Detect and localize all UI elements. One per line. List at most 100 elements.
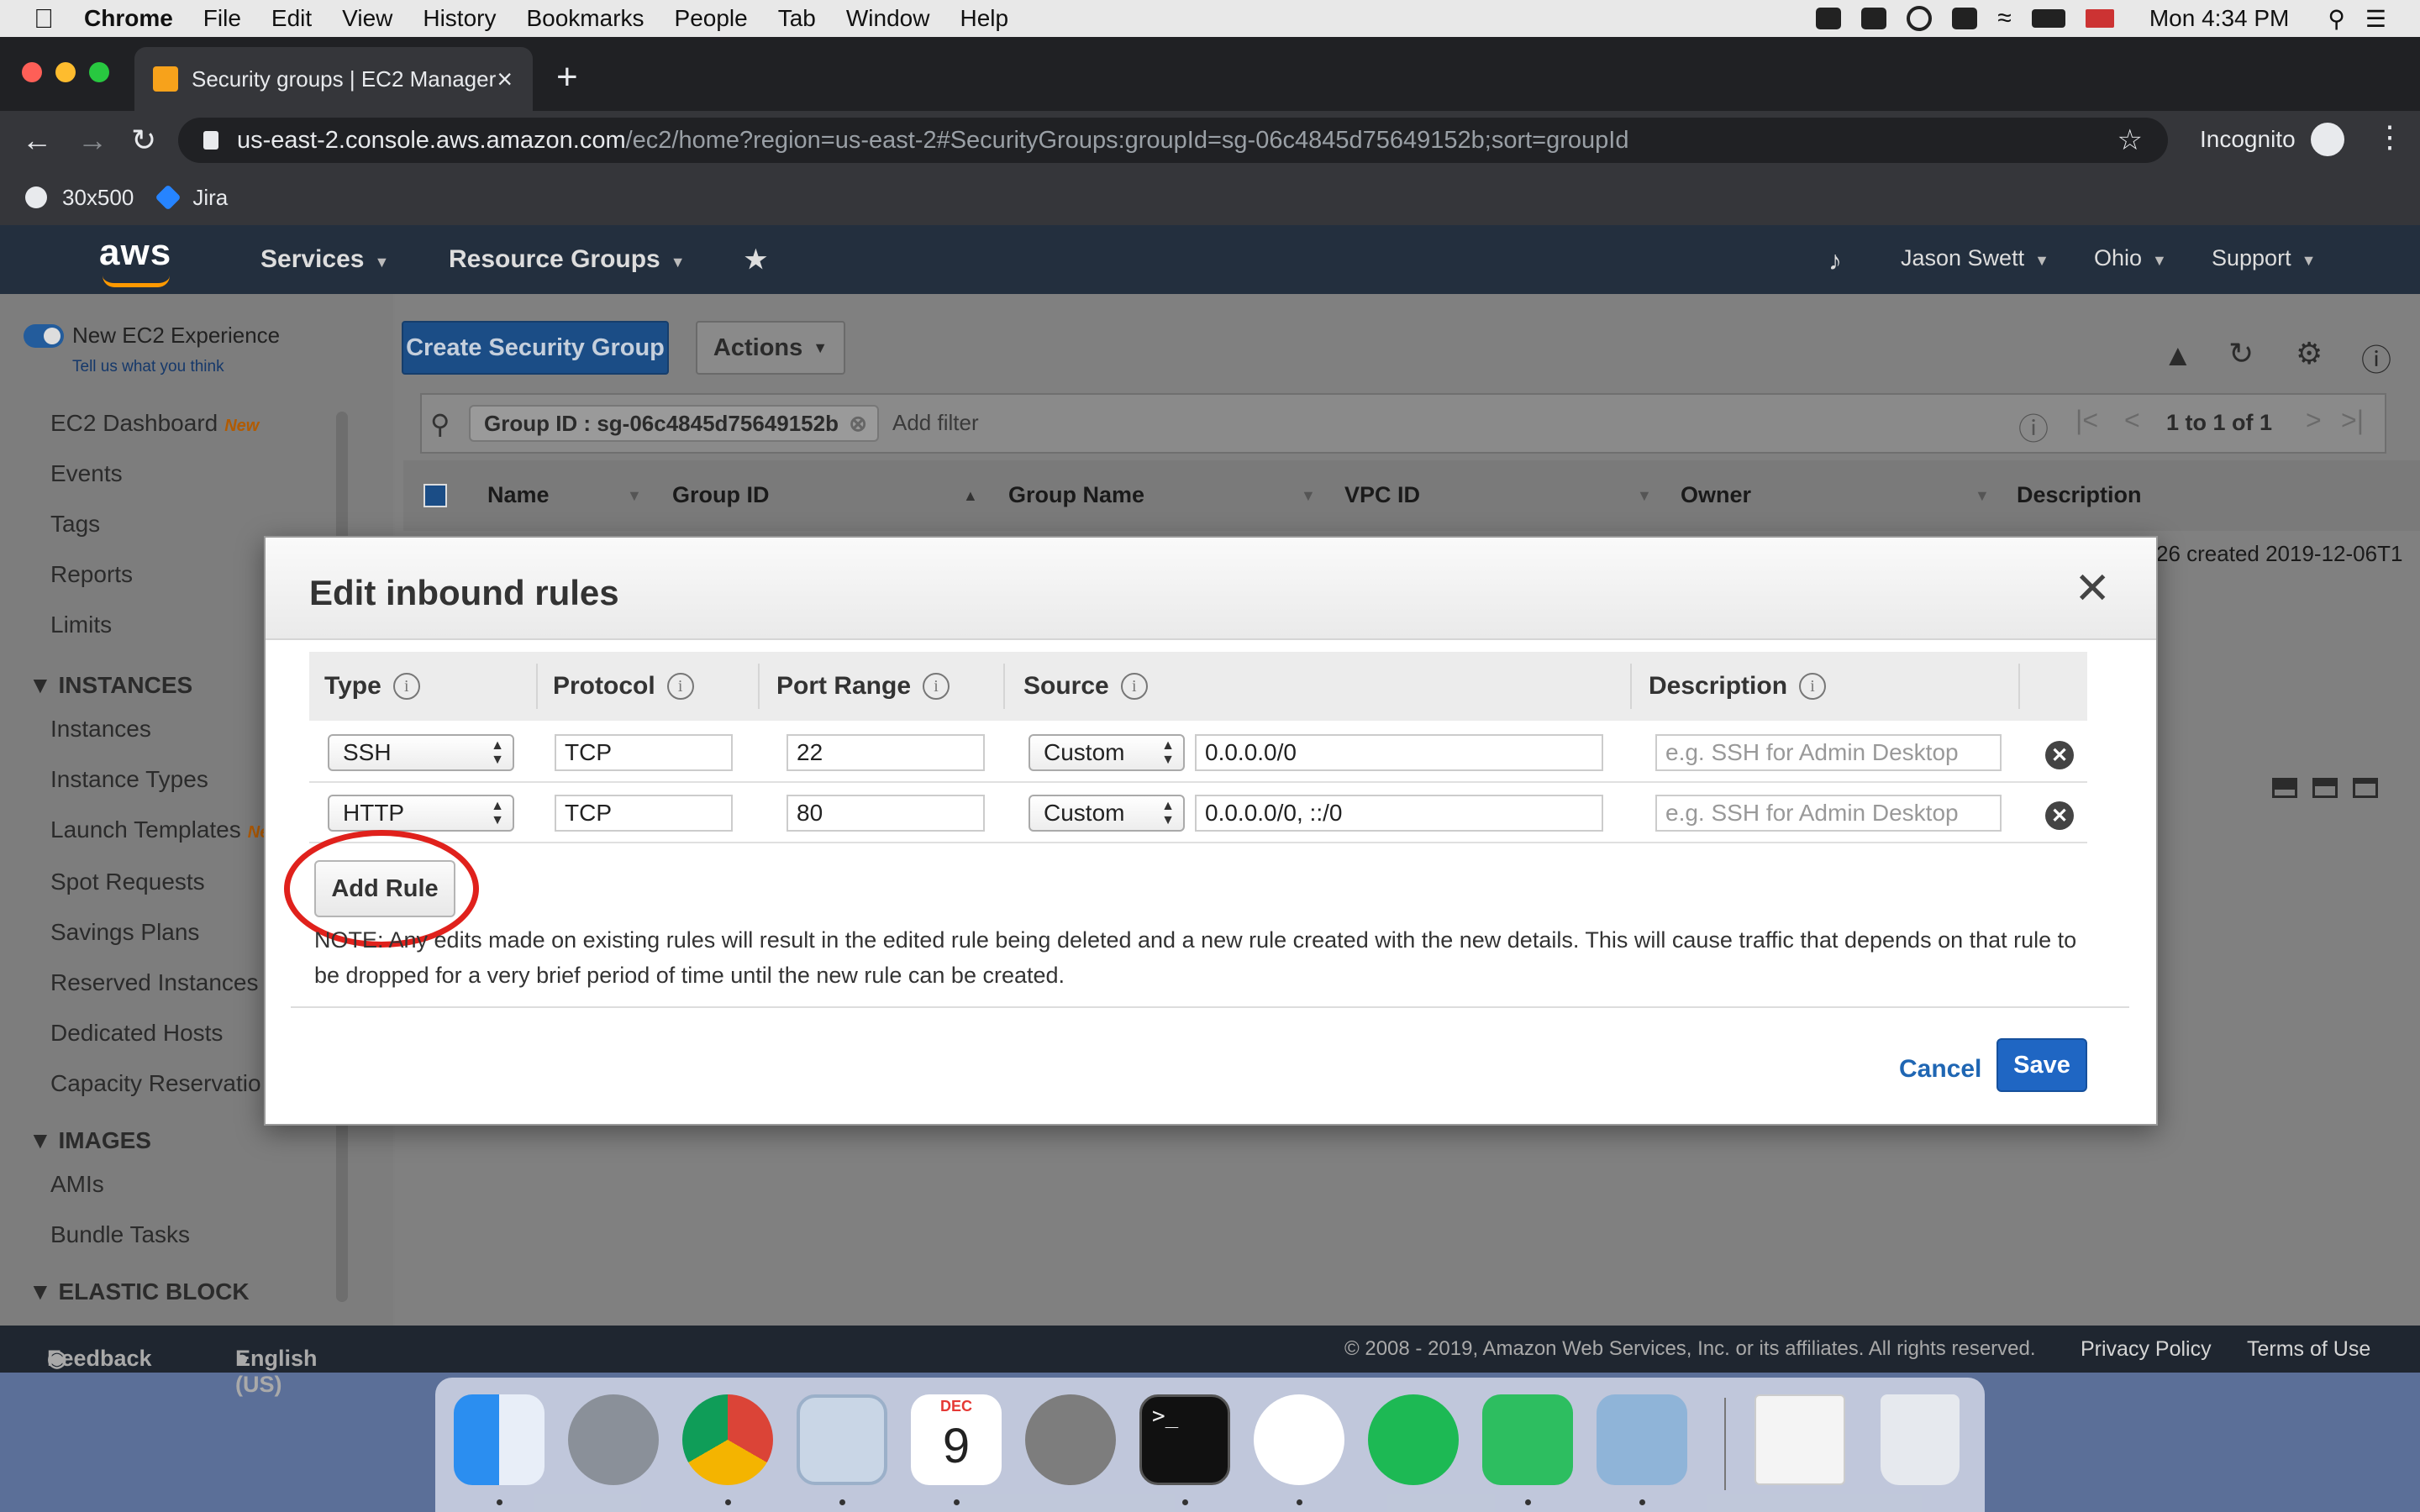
aws-logo[interactable]: aws [99, 232, 171, 287]
description-field[interactable]: e.g. SSH for Admin Desktop [1655, 795, 2002, 832]
menu-file[interactable]: File [203, 5, 241, 32]
sidebar-item-instance-types[interactable]: Instance Types [50, 766, 208, 793]
bookmark-jira[interactable]: Jira [155, 184, 228, 211]
delete-rule-icon[interactable]: ✕ [2045, 801, 2074, 830]
protocol-field[interactable]: TCP [555, 734, 733, 771]
support-menu[interactable]: Support ▼ [2212, 245, 2316, 271]
flask-icon[interactable]: ▲ [2163, 338, 2193, 373]
menu-help[interactable]: Help [960, 5, 1008, 32]
sidebar-item-spot-requests[interactable]: Spot Requests [50, 869, 205, 895]
filter-bar[interactable]: ⚲ Group ID : sg-06c4845d75649152b ⊗ Add f… [420, 393, 2386, 454]
sidebar-item-launch-templates[interactable]: Launch Templates Ne [50, 816, 269, 843]
prev-page-icon[interactable]: < [2124, 405, 2140, 436]
source-mode-select[interactable]: Custom ▲ ▼ [1028, 795, 1185, 832]
bell-icon[interactable]: ♪ [1828, 245, 1842, 276]
menu-history[interactable]: History [423, 5, 496, 32]
sidebar-item-reports[interactable]: Reports [50, 561, 133, 588]
sidebar-item-savings-plans[interactable]: Savings Plans [50, 919, 199, 946]
bookmark-star-icon[interactable]: ☆ [2118, 123, 2143, 157]
column-header-description[interactable]: Description [2017, 482, 2142, 508]
cancel-link[interactable]: Cancel [1899, 1055, 1981, 1084]
create-security-group-button[interactable]: Create Security Group [402, 321, 669, 375]
info-icon[interactable]: i [1120, 673, 1148, 700]
sort-icon[interactable]: ▼ [627, 487, 642, 505]
sort-icon[interactable]: ▼ [1637, 487, 1652, 505]
us-flag-icon[interactable] [2085, 9, 2114, 28]
sidebar-section-images[interactable]: ▼ IMAGES [29, 1127, 151, 1154]
address-bar[interactable]: us-east-2.console.aws.amazon.com/ec2/hom… [178, 118, 2168, 163]
column-header-group-name[interactable]: Group Name [1008, 482, 1144, 508]
window-zoom-button[interactable] [89, 62, 109, 82]
chrome-window-icon[interactable] [1754, 1394, 1845, 1485]
preview-icon[interactable] [1597, 1394, 1687, 1485]
incognito-indicator[interactable]: Incognito [2200, 123, 2344, 156]
type-select[interactable]: HTTP ▲ ▼ [328, 795, 514, 832]
terms-of-use-link[interactable]: Terms of Use [2247, 1337, 2370, 1362]
type-select[interactable]: SSH ▲ ▼ [328, 734, 514, 771]
actions-button[interactable]: Actions ▼ [696, 321, 845, 375]
account-menu[interactable]: Jason Swett ▼ [1901, 245, 2049, 271]
menu-view[interactable]: View [342, 5, 392, 32]
evernote-status-icon[interactable] [1861, 8, 1887, 29]
filter-token[interactable]: Group ID : sg-06c4845d75649152b ⊗ [469, 405, 879, 442]
bookmark-30x500[interactable]: 30x500 [25, 185, 134, 211]
battery-icon[interactable] [2031, 9, 2065, 28]
help-icon[interactable]: ⓘ [2361, 336, 2391, 380]
docker-icon[interactable] [1952, 8, 1978, 29]
mail-icon[interactable] [797, 1394, 887, 1485]
close-icon[interactable]: ✕ [2074, 567, 2111, 611]
sidebar-item-reserved-instances[interactable]: Reserved Instances [50, 969, 258, 996]
last-page-icon[interactable]: >| [2341, 405, 2364, 436]
column-header-group-id[interactable]: Group ID [672, 482, 770, 508]
wifi-icon[interactable]: ≈ [1997, 4, 2011, 33]
calendar-icon[interactable]: DEC 9 [911, 1394, 1002, 1485]
sidebar-item-ec2-dashboard[interactable]: EC2 Dashboard New [50, 410, 259, 437]
menu-window[interactable]: Window [846, 5, 930, 32]
notification-center-icon[interactable]: ☰ [2365, 5, 2386, 33]
sort-ascending-icon[interactable]: ▲ [963, 487, 978, 505]
info-icon[interactable]: i [923, 673, 950, 700]
chrome-menu-icon[interactable]: ⋮ [2375, 119, 2405, 155]
sort-icon[interactable]: ▼ [1975, 487, 1990, 505]
browser-tab[interactable]: Security groups | EC2 Manager × [134, 47, 533, 111]
services-menu[interactable]: Services ▼ [260, 245, 389, 274]
back-arrow-icon[interactable]: ← [22, 119, 52, 161]
menu-edit[interactable]: Edit [271, 5, 312, 32]
source-mode-select[interactable]: Custom ▲ ▼ [1028, 734, 1185, 771]
terminal-icon[interactable]: >_ [1139, 1394, 1230, 1485]
reload-icon[interactable]: ↻ [131, 119, 156, 161]
source-cidr-field[interactable]: 0.0.0.0/0 [1195, 734, 1603, 771]
menu-bookmarks[interactable]: Bookmarks [526, 5, 644, 32]
slack-icon[interactable] [1254, 1394, 1344, 1485]
system-preferences-icon[interactable] [1025, 1394, 1116, 1485]
port-range-field[interactable]: 80 [786, 795, 985, 832]
finder-icon[interactable] [454, 1394, 544, 1485]
source-cidr-field[interactable]: 0.0.0.0/0, ::/0 [1195, 795, 1603, 832]
info-icon[interactable]: i [1799, 673, 1827, 700]
window-minimize-button[interactable] [55, 62, 76, 82]
spotify-icon[interactable] [1368, 1394, 1459, 1485]
resource-groups-menu[interactable]: Resource Groups ▼ [449, 245, 686, 274]
info-icon[interactable]: i [666, 673, 694, 700]
tab-close-icon[interactable]: × [497, 64, 513, 95]
next-page-icon[interactable]: > [2306, 405, 2322, 436]
delete-rule-icon[interactable]: ✕ [2045, 741, 2074, 769]
menubar-clock[interactable]: Mon 4:34 PM [2149, 5, 2290, 32]
panel-layout-icon[interactable] [2353, 778, 2378, 798]
info-icon[interactable]: i [392, 673, 420, 700]
column-header-owner[interactable]: Owner [1681, 482, 1751, 508]
sidebar-item-tags[interactable]: Tags [50, 511, 100, 538]
menu-people[interactable]: People [675, 5, 748, 32]
menu-tab[interactable]: Tab [778, 5, 816, 32]
sidebar-item-instances[interactable]: Instances [50, 716, 151, 743]
new-tab-button[interactable]: + [556, 52, 578, 102]
sidebar-section-elastic-block[interactable]: ▼ ELASTIC BLOCK [29, 1278, 250, 1305]
chrome-icon[interactable] [682, 1394, 773, 1485]
sort-icon[interactable]: ▼ [1301, 487, 1316, 505]
sidebar-item-bundle-tasks[interactable]: Bundle Tasks [50, 1221, 190, 1248]
apple-menu-icon[interactable]:  [34, 3, 54, 34]
feedback-link[interactable]: Tell us what you think [72, 358, 224, 376]
refresh-icon[interactable]: ↻ [2228, 336, 2254, 371]
launchpad-icon[interactable] [568, 1394, 659, 1485]
help-icon[interactable]: ⓘ [2018, 405, 2049, 449]
